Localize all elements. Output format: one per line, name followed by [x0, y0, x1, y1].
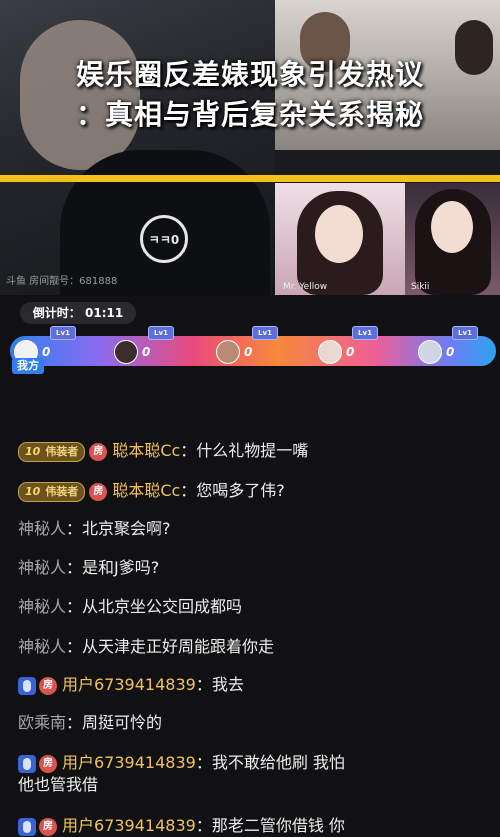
- pk-score: 0: [346, 345, 355, 359]
- pk-slot[interactable]: 0: [418, 340, 454, 364]
- fan-level-badge: 10 伟装者: [18, 441, 86, 462]
- headline-overlay: 娱乐圈反差婊现象引发热议 ：真相与背后复杂关系揭秘: [0, 55, 500, 135]
- chat-text: ：从天津走正好周能跟着你走: [66, 637, 275, 656]
- pk-level-badge: Lv1: [148, 326, 174, 340]
- chat-username[interactable]: 神秘人: [18, 558, 66, 577]
- chat-username[interactable]: 神秘人: [18, 597, 66, 616]
- chat-message[interactable]: 神秘人：从北京坐公交回成都吗: [18, 596, 242, 618]
- chat-username[interactable]: 用户6739414839: [62, 816, 196, 835]
- room-admin-icon: 房: [39, 676, 57, 695]
- chat-message[interactable]: 房用户6739414839：我去: [18, 674, 244, 696]
- chat-username[interactable]: 用户6739414839: [62, 675, 196, 694]
- host-room-number: 斗鱼 房间靓号：681888: [6, 276, 118, 287]
- guest-1-label: Mr. Yellow: [283, 282, 328, 292]
- guest-2-label: Sikii: [411, 282, 430, 292]
- headline-divider: [0, 175, 500, 182]
- countdown-value: 01:11: [85, 306, 124, 320]
- chat-message[interactable]: 房用户6739414839：我不敢给他刷 我怕 他也管我借: [18, 752, 345, 796]
- chat-message[interactable]: 房用户6739414839：那老二管你借钱 你: [18, 815, 345, 837]
- pk-slot[interactable]: 0: [114, 340, 150, 364]
- chat-text: ：那老二管你借钱 你: [195, 816, 345, 835]
- pk-level-badge: Lv1: [452, 326, 478, 340]
- guest-face: [431, 201, 473, 253]
- chat-text: ：周挺可怜的: [66, 713, 163, 732]
- chat-username[interactable]: 欧乘南: [18, 713, 66, 732]
- chat-message[interactable]: 欧乘南：周挺可怜的: [18, 712, 162, 734]
- pk-score: 0: [142, 345, 151, 359]
- chat-username[interactable]: 聪本聪Cc: [112, 441, 180, 460]
- chat-text: ：我去: [195, 675, 244, 694]
- pk-level-badge: Lv1: [252, 326, 278, 340]
- room-admin-icon: 房: [39, 754, 57, 773]
- avatar: [418, 340, 442, 364]
- chat-username[interactable]: 神秘人: [18, 637, 66, 656]
- chat-message[interactable]: 10 伟装者房聪本聪Cc：您喝多了伟?: [18, 480, 285, 502]
- chat-text: ：您喝多了伟?: [180, 481, 285, 500]
- room-admin-icon: 房: [89, 442, 108, 461]
- chat-message[interactable]: 神秘人：是和J爹吗?: [18, 557, 159, 579]
- user-id-icon: [18, 817, 36, 836]
- chat-text-continued: 他也管我借: [18, 775, 99, 794]
- user-id-icon: [18, 754, 36, 773]
- pk-score: 0: [446, 345, 455, 359]
- pk-level-badge: Lv1: [352, 326, 378, 340]
- user-id-icon: [18, 676, 36, 695]
- chat-username[interactable]: 聪本聪Cc: [112, 481, 180, 500]
- chat-text: ：我不敢给他刷 我怕: [195, 753, 345, 772]
- host-camera-feed: ㅋㅋ0 斗鱼 房间靓号：681888: [0, 0, 275, 295]
- shirt-logo: ㅋㅋ0: [140, 215, 188, 263]
- avatar: [216, 340, 240, 364]
- my-side-tag: 我方: [12, 358, 44, 374]
- avatar: [114, 340, 138, 364]
- headline-line-2: ：真相与背后复杂关系揭秘: [75, 98, 424, 131]
- countdown-timer: 倒计时： 01:11: [20, 302, 136, 324]
- guest-camera-2: Sikii: [405, 183, 500, 295]
- chat-username[interactable]: 神秘人: [18, 519, 66, 538]
- chat-text: ：北京聚会啊?: [66, 519, 171, 538]
- pk-slot[interactable]: 0: [318, 340, 354, 364]
- room-admin-icon: 房: [89, 482, 108, 501]
- guest-camera-1: Mr. Yellow: [275, 183, 405, 295]
- avatar: [318, 340, 342, 364]
- chat-text: ：是和J爹吗?: [66, 558, 160, 577]
- chat-username[interactable]: 用户6739414839: [62, 753, 196, 772]
- pk-slot[interactable]: 0: [216, 340, 252, 364]
- chat-message[interactable]: 神秘人：北京聚会啊?: [18, 518, 171, 540]
- chat-message[interactable]: 10 伟装者房聪本聪Cc：什么礼物提一嘴: [18, 440, 308, 462]
- chat-text: ：从北京坐公交回成都吗: [66, 597, 243, 616]
- pk-score: 0: [244, 345, 253, 359]
- guest-face: [315, 205, 363, 263]
- room-admin-icon: 房: [39, 817, 57, 836]
- headline-line-1: 娱乐圈反差婊现象引发热议: [75, 58, 424, 91]
- chat-message[interactable]: 神秘人：从天津走正好周能跟着你走: [18, 636, 274, 658]
- pk-score: 0: [42, 345, 51, 359]
- pk-level-badge: Lv1: [50, 326, 76, 340]
- live-video-area[interactable]: ㅋㅋ0 斗鱼 房间靓号：681888 Mr. Yellow Sikii 娱乐圈反…: [0, 0, 500, 295]
- fan-level-badge: 10 伟装者: [18, 481, 86, 502]
- chat-text: ：什么礼物提一嘴: [180, 441, 309, 460]
- countdown-label: 倒计时：: [32, 306, 81, 320]
